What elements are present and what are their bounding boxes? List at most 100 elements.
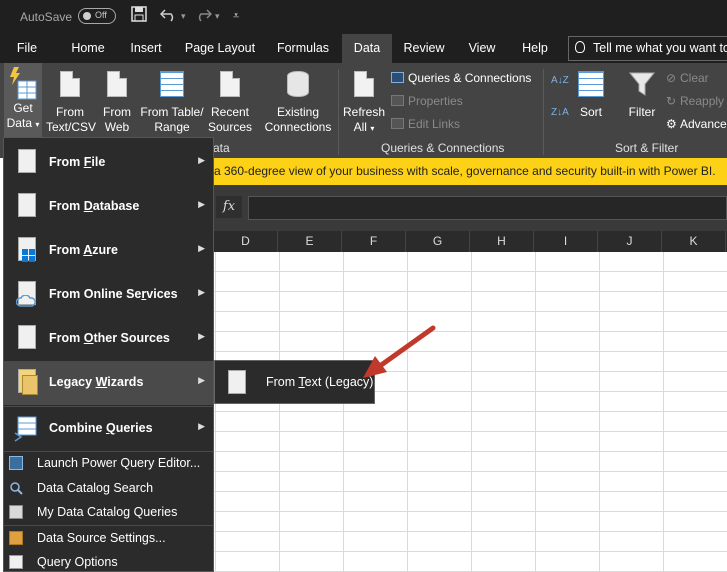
from-web-button[interactable]: From Web (100, 63, 134, 135)
catalog-queries-icon (9, 505, 23, 519)
properties-label: Properties (408, 94, 463, 108)
from-table-label-2: Range (154, 120, 190, 134)
autosave-toggle[interactable]: Off (78, 8, 116, 24)
insert-function-button[interactable]: fx (216, 196, 242, 218)
chevron-right-icon: ▶ (198, 243, 205, 253)
redo-icon[interactable] (194, 6, 213, 26)
properties-icon (391, 95, 404, 106)
sort-button[interactable]: Sort (574, 63, 608, 120)
advanced-button[interactable]: ⚙ Advance (666, 117, 727, 131)
column-header-k[interactable]: K (662, 231, 726, 252)
web-page-icon (107, 71, 127, 97)
menu-label: Query Options (37, 555, 118, 569)
menu-label: From Online Services (49, 287, 178, 301)
column-header-f[interactable]: F (342, 231, 406, 252)
menu-item-legacy-wizards[interactable]: Legacy Wizards ▶ (4, 361, 213, 405)
menu-label: From Azure (49, 243, 118, 257)
from-text-csv-button[interactable]: From Text/CSV (46, 63, 97, 135)
lightbulb-icon (575, 41, 585, 53)
menu-label: Data Catalog Search (37, 481, 154, 495)
funnel-icon (628, 71, 656, 97)
tab-page-layout[interactable]: Page Layout (182, 34, 258, 63)
existing-connections-button[interactable]: Existing Connections (262, 63, 334, 135)
get-data-label-1: Get (13, 101, 33, 115)
queries-connections-button[interactable]: Queries & Connections (391, 71, 531, 85)
column-header-j[interactable]: J (598, 231, 662, 252)
tab-file[interactable]: File (10, 34, 44, 63)
queries-icon (391, 72, 404, 83)
from-web-label-2: Web (104, 120, 130, 134)
menu-item-combine-queries[interactable]: Combine Queries ▶ (4, 407, 213, 451)
chevron-right-icon: ▶ (198, 155, 205, 165)
chevron-right-icon: ▶ (198, 199, 205, 209)
power-query-icon (9, 456, 23, 470)
tab-data[interactable]: Data (342, 34, 392, 63)
formula-input[interactable] (248, 196, 727, 220)
filter-button[interactable]: Filter (624, 63, 660, 120)
redo-dropdown-icon[interactable]: ▾ (215, 6, 220, 26)
column-header-g[interactable]: G (406, 231, 470, 252)
menu-item-query-options[interactable]: Query Options (4, 550, 213, 572)
group-label-get-transform: ata (213, 141, 230, 155)
customize-qat-icon[interactable]: ⩡ (233, 6, 239, 26)
menu-item-from-text-legacy[interactable]: From Text (Legacy) (215, 361, 374, 403)
formula-bar: fx (214, 185, 727, 231)
database-icon (287, 71, 309, 97)
from-text-csv-label-2: Text/CSV (46, 120, 97, 134)
recent-sources-label-1: Recent (210, 105, 250, 119)
tab-home[interactable]: Home (66, 34, 110, 63)
menu-item-launch-power-query-editor[interactable]: Launch Power Query Editor... (4, 451, 213, 475)
ribbon-separator (338, 69, 339, 155)
tab-help[interactable]: Help (515, 34, 555, 63)
edit-links-label: Edit Links (408, 117, 461, 131)
chevron-down-icon: ▾ (35, 120, 40, 129)
menu-item-from-azure[interactable]: From Azure ▶ (4, 229, 213, 273)
chevron-right-icon: ▶ (198, 421, 205, 431)
menu-item-from-database[interactable]: From Database ▶ (4, 185, 213, 229)
edit-links-button[interactable]: Edit Links (391, 117, 460, 131)
save-icon[interactable] (131, 6, 147, 26)
other-sources-icon (14, 325, 38, 353)
text-file-icon (228, 370, 246, 394)
column-header-d[interactable]: D (214, 231, 278, 252)
sort-za-icon[interactable]: Z↓A (551, 107, 569, 118)
menu-item-data-catalog-search[interactable]: Data Catalog Search (4, 476, 213, 500)
clear-button[interactable]: ⊘ Clear (666, 71, 709, 85)
menu-item-data-source-settings[interactable]: Data Source Settings... (4, 526, 213, 550)
refresh-label-2-row: All ▾ (342, 120, 386, 136)
azure-icon (14, 237, 38, 265)
tell-me-search[interactable]: Tell me what you want to (568, 36, 727, 61)
tab-review[interactable]: Review (400, 34, 448, 63)
column-header-i[interactable]: I (534, 231, 598, 252)
sort-az-icon[interactable]: A↓Z (551, 75, 569, 86)
menu-item-my-data-catalog-queries[interactable]: My Data Catalog Queries (4, 500, 213, 524)
settings-icon (9, 531, 23, 545)
database-icon (14, 193, 38, 221)
undo-dropdown-icon[interactable]: ▾ (181, 6, 186, 26)
reapply-button[interactable]: ↻ Reapply (666, 94, 724, 108)
worksheet-grid[interactable] (214, 252, 727, 572)
menu-item-from-online-services[interactable]: From Online Services ▶ (4, 273, 213, 317)
legacy-wizards-icon (14, 369, 38, 397)
get-data-label-2: Data (6, 116, 32, 130)
menu-item-from-other-sources[interactable]: From Other Sources ▶ (4, 317, 213, 361)
chevron-right-icon: ▶ (198, 287, 205, 297)
column-header-h[interactable]: H (470, 231, 534, 252)
recent-sources-button[interactable]: Recent Sources (207, 63, 253, 135)
tab-formulas[interactable]: Formulas (273, 34, 333, 63)
legacy-wizards-submenu: From Text (Legacy) (214, 360, 375, 404)
existing-connections-label-1: Existing (276, 105, 320, 119)
from-table-range-button[interactable]: From Table/ Range (140, 63, 204, 135)
cloud-icon (14, 281, 38, 309)
group-label-sort-filter: Sort & Filter (615, 141, 679, 155)
column-header-e[interactable]: E (278, 231, 342, 252)
chevron-right-icon: ▶ (198, 331, 205, 341)
menu-label: From Database (49, 199, 140, 213)
tab-view[interactable]: View (462, 34, 502, 63)
tab-insert[interactable]: Insert (125, 34, 167, 63)
menu-item-from-file[interactable]: From File ▶ (4, 141, 213, 185)
undo-icon[interactable] (159, 6, 178, 26)
get-data-button[interactable]: Get Data ▾ (4, 63, 42, 137)
refresh-all-button[interactable]: Refresh All ▾ (342, 63, 386, 136)
properties-button[interactable]: Properties (391, 94, 463, 108)
